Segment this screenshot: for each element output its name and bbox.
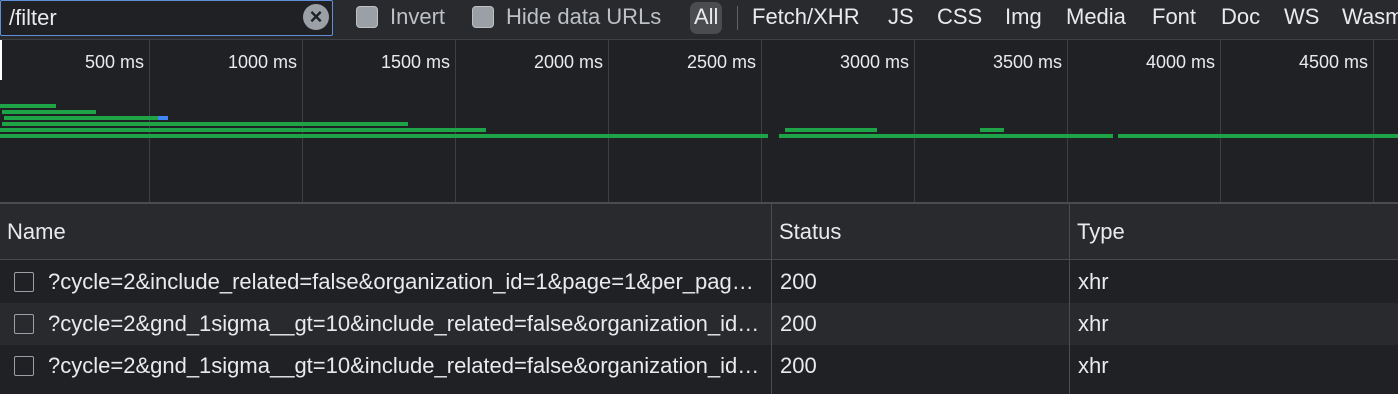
filter-box: × — [0, 0, 333, 36]
type-filter-all[interactable]: All — [690, 2, 723, 34]
overview-tick-label: 2000 ms — [533, 52, 603, 72]
overview-grid-line — [455, 40, 456, 202]
row-checkbox[interactable] — [14, 272, 34, 292]
request-name: ?cycle=2&include_related=false&organizat… — [48, 269, 762, 294]
table-header: Name Status Type — [0, 204, 1398, 260]
overview-waiting-bar — [158, 116, 168, 120]
overview-tick-label: 3000 ms — [839, 52, 909, 72]
column-header-type[interactable]: Type — [1070, 204, 1125, 260]
overview-grid-line — [149, 40, 150, 202]
filter-input[interactable] — [9, 5, 294, 31]
overview-tick-label: 1000 ms — [227, 52, 297, 72]
request-table: Name Status Type ?cycle=2&include_relate… — [0, 204, 1398, 394]
request-status: 200 — [780, 269, 817, 294]
overview-request-bar — [779, 134, 1113, 138]
request-type: xhr — [1078, 311, 1109, 336]
invert-option[interactable]: Invert — [356, 4, 445, 30]
invert-label: Invert — [390, 4, 446, 29]
table-row[interactable]: ?cycle=2&include_related=false&organizat… — [0, 261, 1398, 303]
overview-request-bar — [2, 110, 96, 114]
overview-request-bar — [4, 116, 158, 120]
filter-toolbar: × Invert Hide data URLs All Fetch/XHR JS… — [0, 0, 1398, 40]
overview-grid-line — [1220, 40, 1221, 202]
table-row[interactable]: ?cycle=2&gnd_1sigma__gt=10&include_relat… — [0, 303, 1398, 345]
column-divider[interactable] — [771, 204, 772, 394]
column-header-name[interactable]: Name — [0, 204, 66, 260]
request-type: xhr — [1078, 269, 1109, 294]
overview-grid-line — [608, 40, 609, 202]
column-header-status[interactable]: Status — [772, 204, 841, 260]
request-type: xhr — [1078, 353, 1109, 378]
type-filter-doc[interactable]: Doc — [1221, 2, 1260, 34]
overview-request-bar — [2, 122, 408, 126]
overview-request-bar — [0, 104, 56, 108]
hide-data-urls-label: Hide data URLs — [506, 4, 662, 29]
overview-grid-line — [1067, 40, 1068, 202]
request-name: ?cycle=2&gnd_1sigma__gt=10&include_relat… — [48, 311, 762, 336]
column-divider[interactable] — [1069, 204, 1070, 394]
overview-grid-line — [761, 40, 762, 202]
hide-data-urls-checkbox[interactable] — [472, 6, 494, 28]
type-filter-media[interactable]: Media — [1066, 2, 1126, 34]
type-filter-ws[interactable]: WS — [1284, 2, 1319, 34]
type-filter-wasm[interactable]: Wasm — [1342, 2, 1398, 34]
invert-checkbox[interactable] — [356, 6, 378, 28]
request-name: ?cycle=2&gnd_1sigma__gt=10&include_relat… — [48, 353, 762, 378]
overview-request-bar — [1118, 134, 1398, 138]
overview-tick-label: 1500 ms — [380, 52, 450, 72]
toolbar-separator — [737, 6, 738, 30]
overview-request-bar — [0, 134, 768, 138]
row-checkbox[interactable] — [14, 314, 34, 334]
overview-tick-label: 500 ms — [84, 52, 144, 72]
overview-grid-line — [1373, 40, 1374, 202]
type-filter-font[interactable]: Font — [1152, 2, 1196, 34]
type-filter-img[interactable]: Img — [1005, 2, 1042, 34]
overview-tick-label: 2500 ms — [686, 52, 756, 72]
request-status: 200 — [780, 311, 817, 336]
overview-request-bar — [980, 128, 1004, 132]
request-status: 200 — [780, 353, 817, 378]
overview-tick-label: 3500 ms — [992, 52, 1062, 72]
clear-filter-icon[interactable]: × — [303, 4, 329, 30]
type-filter-fetch-xhr[interactable]: Fetch/XHR — [752, 2, 860, 34]
hide-data-urls-option[interactable]: Hide data URLs — [472, 4, 661, 30]
type-filter-js[interactable]: JS — [888, 2, 914, 34]
overview-request-bar — [785, 128, 877, 132]
table-row[interactable]: ?cycle=2&gnd_1sigma__gt=10&include_relat… — [0, 345, 1398, 387]
overview-grid-line — [914, 40, 915, 202]
type-filter-css[interactable]: CSS — [937, 2, 982, 34]
overview-tick-label: 4000 ms — [1145, 52, 1215, 72]
overview-cursor[interactable] — [0, 40, 2, 80]
overview-request-bar — [0, 128, 486, 132]
overview-grid-line — [302, 40, 303, 202]
row-checkbox[interactable] — [14, 356, 34, 376]
overview-tick-label: 4500 ms — [1298, 52, 1368, 72]
network-overview[interactable]: 500 ms 1000 ms 1500 ms 2000 ms 2500 ms 3… — [0, 40, 1398, 202]
